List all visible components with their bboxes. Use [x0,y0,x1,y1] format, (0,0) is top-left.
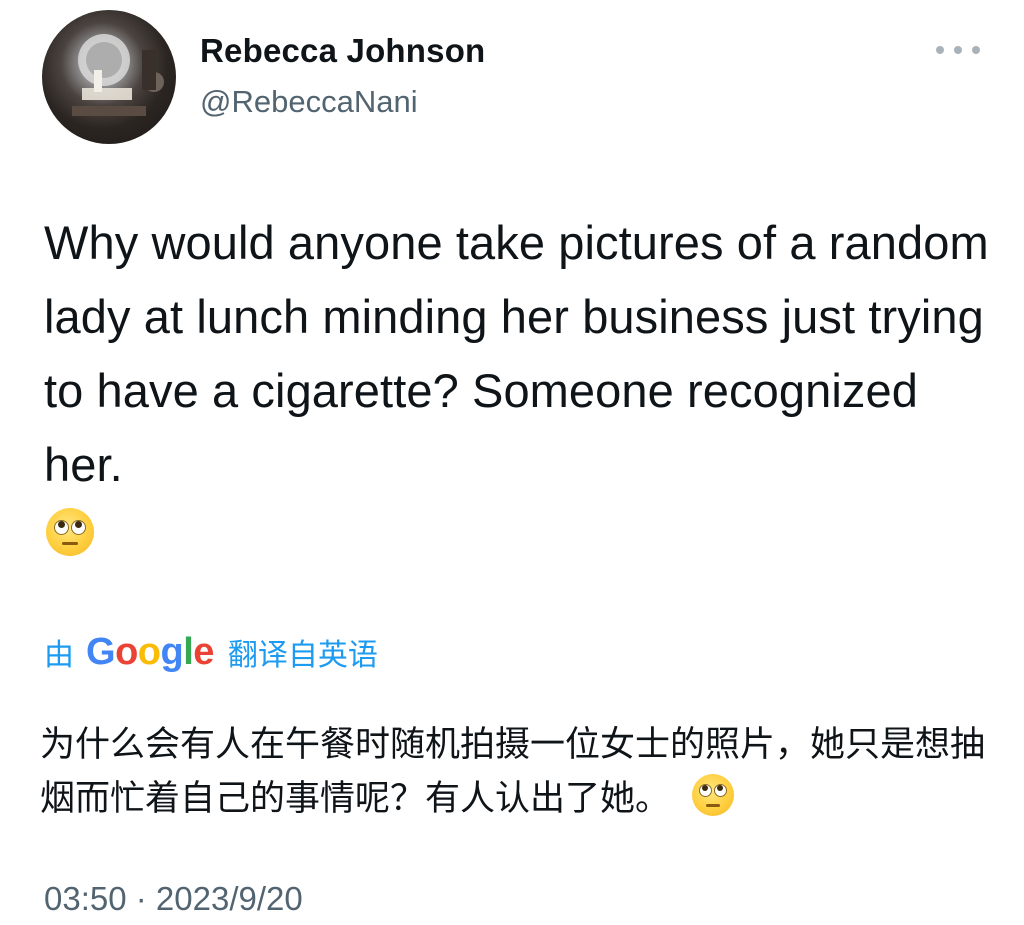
translation-suffix: 翻译自英语 [227,639,378,672]
avatar[interactable] [42,10,176,144]
google-logo: Google [86,630,214,673]
translated-text: 为什么会有人在午餐时随机拍摄一位女士的照片，她只是想抽烟而忙着自己的事情呢？有人… [40,725,986,819]
more-dot [972,46,980,54]
tweet-emoji-line [46,508,94,556]
author-display-name[interactable]: Rebecca Johnson [200,32,485,70]
rolling-eyes-emoji-icon [692,774,735,816]
translated-text-block: 为什么会有人在午餐时随机拍摄一位女士的照片，她只是想抽烟而忙着自己的事情呢？有人… [40,718,1000,826]
more-dot [954,46,962,54]
translation-prefix: 由 [44,639,74,672]
more-horizontal-icon [936,46,944,54]
translation-attribution[interactable]: 由 Google 翻译自英语 [44,630,378,674]
tweet-timestamp[interactable]: 03:50 · 2023/9/20 [44,880,303,918]
author-handle[interactable]: @RebeccaNani [200,84,418,120]
avatar-photo [72,34,164,116]
tweet-text: Why would anyone take pictures of a rand… [44,216,989,491]
rolling-eyes-emoji-icon [46,508,94,556]
more-options-button[interactable] [936,38,980,62]
